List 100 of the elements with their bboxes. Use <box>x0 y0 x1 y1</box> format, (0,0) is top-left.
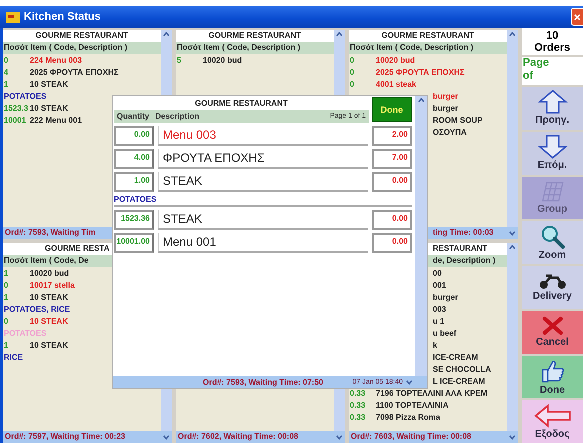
order-item: 2025 ΦΡΟΥΤΑ ΕΠΟΧΗΣ <box>30 68 119 76</box>
order-item: 4001 steak <box>376 80 416 88</box>
order-count: 10 <box>546 30 559 42</box>
order-item: 10020 bud <box>30 268 70 278</box>
value-field[interactable]: 7.00 <box>372 149 412 169</box>
page-label: Page <box>523 57 550 70</box>
item-description: Menu 001 <box>158 233 368 253</box>
down-arrow-icon <box>538 135 568 160</box>
quantity-field[interactable]: 1523.36 <box>114 210 154 230</box>
close-icon <box>542 316 564 336</box>
quantity: 0.33 <box>349 388 367 398</box>
order-item: 1100 ΤΟΡΤΕΛΛΙΝΙΑ <box>376 400 449 410</box>
order-item: ROOM SOUP <box>433 116 483 124</box>
quantity: 0 <box>3 316 10 326</box>
panel-title: GOURME RESTAURANT <box>3 30 161 42</box>
scooter-icon <box>538 272 568 290</box>
quantity: 1 <box>3 292 10 302</box>
order-item: 7196 ΤΟΡΤΕΛΛΙΝΙ ΑΛΑ ΚΡΕΜ <box>376 388 488 398</box>
side-button[interactable]: Zoom <box>522 221 583 264</box>
item-note: POTATOES <box>3 92 47 100</box>
order-item: k <box>433 340 438 350</box>
scroll-up-icon[interactable] <box>163 32 170 37</box>
quantity: 1 <box>3 80 10 88</box>
value-field[interactable]: 2.00 <box>372 126 412 146</box>
search-icon <box>540 224 566 249</box>
item-description: ΦΡΟΥΤΑ ΕΠΟΧΗΣ <box>158 149 368 169</box>
order-item: L ICE-CREAM <box>433 376 486 386</box>
side-button[interactable]: Delivery <box>522 266 583 309</box>
order-item: 2025 ΦΡΟΥΤΑ ΕΠΟΧΗΣ <box>376 68 465 76</box>
quantity: 0.33 <box>349 400 367 410</box>
scroll-down-icon[interactable] <box>509 230 516 236</box>
quantity: 0 <box>349 56 356 64</box>
up-arrow-icon <box>538 90 568 114</box>
quantity-field[interactable]: 10001.00 <box>114 233 154 253</box>
scrollbar[interactable] <box>507 243 518 431</box>
order-item: 10 STEAK <box>30 340 68 350</box>
order-item: u beef <box>433 328 457 338</box>
item-note: RICE <box>3 352 24 362</box>
scroll-up-icon[interactable] <box>336 32 343 37</box>
order-item: 003 <box>433 304 446 314</box>
quantity-field[interactable]: 4.00 <box>114 149 154 169</box>
scrollbar[interactable] <box>415 96 427 376</box>
quantity-field[interactable]: 0.00 <box>114 126 154 146</box>
description-header: Description <box>155 112 200 121</box>
item-description: STEAK <box>158 210 368 230</box>
value-field[interactable]: 0.00 <box>372 172 412 192</box>
item-description: STEAK <box>158 172 368 192</box>
side-button[interactable]: Προηγ. <box>522 87 583 130</box>
quantity: 1 <box>3 340 10 350</box>
order-item: 10 STEAK <box>30 316 68 326</box>
scroll-up-icon[interactable] <box>509 32 516 37</box>
quantity: 0 <box>349 80 356 88</box>
value-field[interactable]: 0.00 <box>372 233 412 253</box>
window-title: Kitchen Status <box>24 11 102 23</box>
left-arrow-icon <box>534 404 572 428</box>
quantity: 0.33 <box>349 412 367 422</box>
order-item: 222 Menu 001 <box>30 116 82 124</box>
quantity: 0 <box>3 280 10 290</box>
item-description: Menu 003 <box>158 126 368 146</box>
column-header: Ποσότ Item ( Code, Description ) <box>349 42 507 54</box>
order-item: 10020 bud <box>203 56 242 64</box>
column-header: Ποσότ Item ( Code, Description ) <box>176 42 334 54</box>
order-item: burger <box>433 92 458 100</box>
panel-title: GOURME RESTAURANT <box>176 30 334 42</box>
order-item: 00 <box>433 268 442 278</box>
quantity: 4 <box>3 68 10 76</box>
order-item: 7098 Pizza Roma <box>376 412 440 422</box>
quantity: 0 <box>3 56 10 64</box>
value-field[interactable]: 0.00 <box>372 210 412 230</box>
side-button[interactable]: Επόμ. <box>522 132 583 174</box>
panel-title: GOURME RESTAURANT <box>349 30 507 42</box>
order-item: 10020 bud <box>376 56 416 64</box>
close-button[interactable] <box>571 8 583 26</box>
scroll-down-icon[interactable] <box>336 434 343 440</box>
quantity-field[interactable]: 1.00 <box>114 172 154 192</box>
quantity: 0 <box>349 68 356 76</box>
scroll-down-icon[interactable] <box>163 434 170 440</box>
order-item: ΟΣΟΥΠΑ <box>433 128 467 136</box>
of-label: of <box>523 70 534 83</box>
order-item: 10 STEAK <box>30 292 68 302</box>
order-item: 10017 stella <box>30 280 75 290</box>
side-button[interactable]: Cancel <box>522 310 583 354</box>
scroll-up-icon[interactable] <box>509 245 516 250</box>
item-note: POTATOES <box>114 195 412 207</box>
order-item: burger <box>433 104 458 112</box>
dropdown-icon[interactable] <box>406 380 413 384</box>
order-item: SE CHOCOLLA <box>433 364 492 374</box>
side-button[interactable]: Εξοδος <box>522 400 583 443</box>
order-item: u 1 <box>433 316 445 326</box>
order-item: ICE-CREAM <box>433 352 478 362</box>
quantity: 1523.3 <box>3 104 30 112</box>
done-button[interactable]: Done <box>372 97 412 122</box>
grid-icon <box>540 180 564 203</box>
close-icon <box>574 14 581 20</box>
scroll-down-icon[interactable] <box>509 434 516 440</box>
side-button[interactable]: Done <box>522 356 583 398</box>
quantity: 1 <box>3 268 10 278</box>
scroll-up-icon[interactable] <box>418 98 424 103</box>
order-item: burger <box>433 292 458 302</box>
scrollbar[interactable] <box>507 30 518 227</box>
